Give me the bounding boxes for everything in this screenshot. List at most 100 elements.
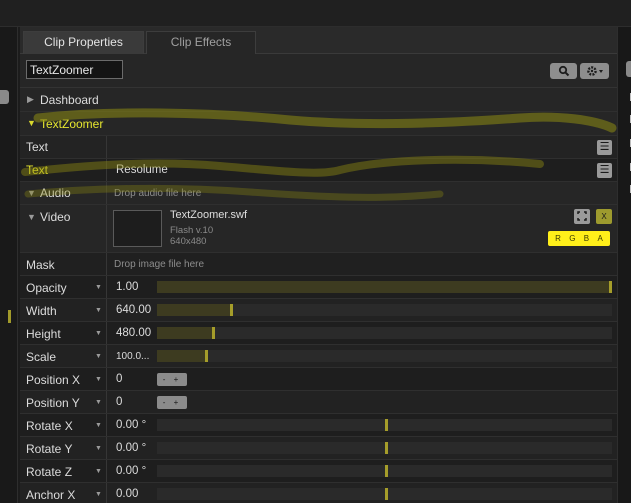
video-file-name: TextZoomer.swf: [170, 209, 248, 221]
param-value[interactable]: 0.00: [116, 488, 138, 500]
caret-down-icon[interactable]: ▼: [95, 468, 102, 475]
row-divider: [106, 322, 107, 344]
text-header-menu-button[interactable]: ☰: [597, 140, 612, 155]
video-thumbnail[interactable]: [113, 210, 162, 247]
triangle-down-icon: ▼: [27, 188, 36, 198]
clip-name-input[interactable]: [26, 60, 123, 79]
caret-down-icon[interactable]: ▼: [95, 445, 102, 452]
slider-knob[interactable]: [385, 465, 388, 477]
slider-knob[interactable]: [230, 304, 233, 316]
param-row-rotate-y: Rotate Y ▼ 0.00 °: [20, 437, 617, 460]
caret-down-icon[interactable]: ▼: [95, 307, 102, 314]
slider-knob[interactable]: [609, 281, 612, 293]
text-param-input[interactable]: Resolume: [116, 164, 168, 176]
slider-knob[interactable]: [205, 350, 208, 362]
triangle-down-icon: ▼: [27, 118, 36, 128]
param-row-text: Text Resolume ☰: [20, 159, 617, 182]
fit-screen-icon: [577, 211, 587, 221]
video-resolution: 640x480: [170, 236, 207, 247]
mask-label: Mask: [26, 258, 55, 272]
tab-clip-properties[interactable]: Clip Properties: [23, 31, 144, 54]
left-panel-button[interactable]: [0, 90, 9, 104]
param-slider[interactable]: [157, 419, 612, 431]
param-slider[interactable]: [157, 465, 612, 477]
caret-down-icon[interactable]: ▼: [95, 422, 102, 429]
channel-g-toggle[interactable]: G: [569, 234, 575, 243]
param-value[interactable]: 480.00: [116, 327, 151, 339]
fit-screen-button[interactable]: [574, 209, 590, 224]
triangle-down-icon[interactable]: ▼: [27, 212, 36, 222]
slider-fill: [157, 350, 205, 362]
channel-r-toggle[interactable]: R: [555, 234, 561, 243]
caret-down-icon[interactable]: ▼: [95, 330, 102, 337]
param-slider[interactable]: [157, 442, 612, 454]
param-value[interactable]: 640.00: [116, 304, 151, 316]
caret-down-icon[interactable]: ▼: [95, 376, 102, 383]
section-video: ▼ Video TextZoomer.swf Flash v.10 640x48…: [20, 205, 617, 253]
param-value[interactable]: 0.00 °: [116, 419, 146, 431]
slider-knob[interactable]: [212, 327, 215, 339]
remove-video-button[interactable]: X: [596, 209, 612, 224]
slider-knob[interactable]: [385, 419, 388, 431]
param-value[interactable]: 1.00: [116, 281, 138, 293]
param-value[interactable]: 0.00 °: [116, 442, 146, 454]
slider-fill: [157, 327, 212, 339]
menu-icon: ☰: [599, 164, 610, 176]
caret-down-icon[interactable]: ▼: [95, 491, 102, 498]
param-slider[interactable]: [157, 350, 612, 362]
section-audio[interactable]: ▼ Audio Drop audio file here: [20, 182, 617, 205]
caret-down-icon[interactable]: ▼: [95, 284, 102, 291]
section-textzoomer[interactable]: ▼ TextZoomer: [20, 112, 617, 136]
caret-down-icon[interactable]: ▼: [95, 399, 102, 406]
section-video-label: Video: [40, 210, 71, 224]
slider-fill: [157, 281, 609, 293]
param-slider[interactable]: [157, 488, 612, 500]
param-slider[interactable]: [157, 327, 612, 339]
position-stepper[interactable]: - +: [157, 396, 187, 409]
param-value[interactable]: 0: [116, 396, 122, 408]
param-label: Position Y: [26, 396, 80, 410]
slider-knob[interactable]: [385, 488, 388, 500]
top-bar: [0, 0, 631, 27]
param-label: Scale: [26, 350, 57, 364]
right-panel-button[interactable]: [626, 61, 631, 77]
row-divider: [106, 483, 107, 503]
gear-icon: [586, 66, 603, 76]
settings-button[interactable]: [580, 63, 609, 79]
param-value[interactable]: 100.0...: [116, 351, 149, 362]
channel-a-toggle[interactable]: A: [597, 234, 602, 243]
menu-icon: ☰: [599, 141, 610, 153]
tab-clip-effects[interactable]: Clip Effects: [146, 31, 256, 54]
param-row-scale: Scale ▼ 100.0...: [20, 345, 617, 368]
param-value[interactable]: 0.00 °: [116, 465, 146, 477]
row-divider: [106, 159, 107, 181]
mask-drop-zone[interactable]: Drop image file here: [114, 259, 204, 270]
param-label: Opacity: [26, 281, 67, 295]
text-param-menu-button[interactable]: ☰: [597, 163, 612, 178]
slider-knob[interactable]: [385, 442, 388, 454]
caret-down-icon[interactable]: ▼: [95, 353, 102, 360]
section-audio-label: Audio: [40, 186, 71, 200]
audio-drop-zone[interactable]: Drop audio file here: [114, 188, 201, 199]
position-stepper[interactable]: - +: [157, 373, 187, 386]
video-format: Flash v.10: [170, 225, 214, 236]
row-divider: [106, 437, 107, 459]
param-slider[interactable]: [157, 304, 612, 316]
row-divider: [106, 276, 107, 298]
param-label: Anchor X: [26, 488, 76, 502]
search-button[interactable]: [550, 63, 577, 79]
channel-b-toggle[interactable]: B: [584, 234, 589, 243]
section-dashboard[interactable]: ▶ Dashboard: [20, 88, 617, 112]
param-value[interactable]: 0: [116, 373, 122, 385]
section-textzoomer-label: TextZoomer: [40, 117, 104, 131]
param-slider[interactable]: [157, 281, 612, 293]
param-row-position-x: Position X ▼ 0 - +: [20, 368, 617, 391]
row-divider: [106, 345, 107, 367]
rgba-channel-toggles: R G B A: [548, 231, 610, 246]
param-label: Rotate Z: [26, 465, 73, 479]
right-panel-edge: [617, 27, 631, 503]
row-divider: [106, 136, 107, 158]
param-label: Height: [26, 327, 61, 341]
search-icon: [558, 65, 569, 77]
slider-fill: [157, 304, 230, 316]
